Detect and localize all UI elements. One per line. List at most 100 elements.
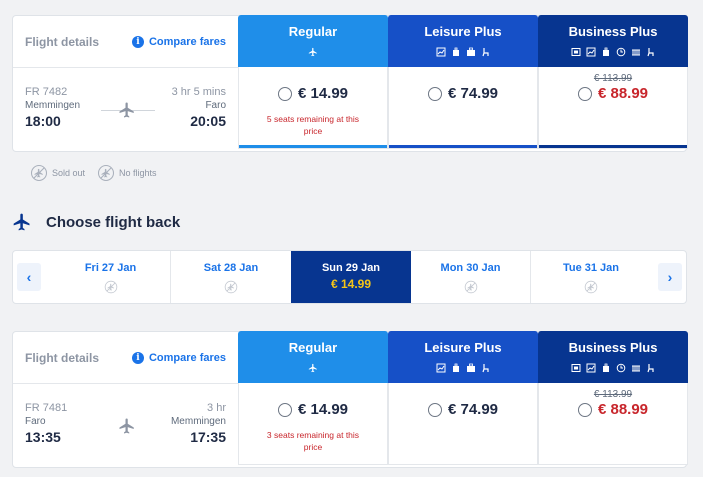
flight-duration: 3 hr 5 mins bbox=[171, 86, 226, 98]
no-flights-icon bbox=[584, 280, 598, 294]
date-label: Sat 28 Jan bbox=[203, 262, 259, 274]
choose-flight-back-heading: Choose flight back bbox=[12, 212, 180, 232]
legend-no-flights: No flights bbox=[119, 168, 157, 178]
old-price: € 113.99 bbox=[593, 73, 633, 84]
fare-regular[interactable]: Regular € 14.99 5 seats remaining at thi… bbox=[238, 15, 388, 149]
fare-name: Business Plus bbox=[568, 24, 658, 39]
priority-icon bbox=[586, 47, 596, 57]
fare-bar bbox=[389, 145, 537, 148]
no-flights-icon bbox=[464, 280, 478, 294]
compare-fares-link[interactable]: i Compare fares bbox=[131, 351, 226, 364]
date-option[interactable]: Mon 30 Jan bbox=[411, 251, 531, 303]
fare-business-header: Business Plus bbox=[538, 15, 688, 67]
old-price: € 113.99 bbox=[593, 389, 633, 400]
plane-icon bbox=[308, 363, 318, 373]
seat-icon bbox=[481, 47, 491, 57]
prev-dates-button[interactable]: ‹ bbox=[17, 263, 41, 291]
fare-radio[interactable] bbox=[427, 402, 442, 417]
seats-remaining-note: 3 seats remaining at this price bbox=[266, 430, 360, 452]
plane-icon bbox=[308, 47, 318, 57]
plane-icon bbox=[118, 417, 136, 435]
fare-price: € 74.99 bbox=[447, 85, 499, 102]
fare-name: Business Plus bbox=[568, 340, 658, 355]
flight-details-header: Flight details i Compare fares bbox=[13, 16, 238, 68]
flight-details-title: Flight details bbox=[25, 34, 100, 49]
plane-icon bbox=[12, 212, 32, 232]
flight-number: FR 7481 bbox=[25, 402, 68, 414]
checked-bag-icon bbox=[631, 47, 641, 57]
date-label: Sun 29 Jan bbox=[321, 262, 381, 274]
date-option-selected[interactable]: Sun 29 Jan € 14.99 bbox=[291, 251, 411, 303]
flight-number: FR 7482 bbox=[25, 86, 68, 98]
date-strip: ‹ Fri 27 Jan Sat 28 Jan Sun 29 Jan € 14.… bbox=[12, 250, 687, 304]
fare-radio[interactable] bbox=[277, 86, 292, 101]
fare-price: € 74.99 bbox=[447, 401, 499, 418]
flight-details-panel: Flight details i Compare fares FR 7482 Me… bbox=[13, 16, 238, 151]
fare-regular-header: Regular bbox=[238, 15, 388, 67]
seat-icon bbox=[646, 363, 656, 373]
priority-icon bbox=[436, 363, 446, 373]
cabin-bag-icon bbox=[451, 363, 461, 373]
departure-time: 13:35 bbox=[25, 429, 61, 445]
arrival-city: Memmingen bbox=[170, 416, 226, 427]
fare-radio[interactable] bbox=[277, 402, 292, 417]
flight-details-header: Flight details i Compare fares bbox=[13, 332, 238, 384]
sold-out-icon bbox=[30, 164, 48, 182]
fare-business-header: Business Plus bbox=[538, 331, 688, 383]
info-icon: i bbox=[131, 351, 144, 364]
fare-name: Leisure Plus bbox=[424, 24, 502, 39]
chevron-right-icon: › bbox=[667, 269, 673, 285]
seats-remaining-note: 5 seats remaining at this price bbox=[266, 114, 360, 136]
fare-radio[interactable] bbox=[577, 86, 592, 101]
fare-leisure-plus[interactable]: Leisure Plus € 74.99 bbox=[388, 331, 538, 465]
no-flights-icon bbox=[97, 164, 115, 182]
fare-business-plus[interactable]: Business Plus € 113.99 € 88.99 bbox=[538, 15, 688, 149]
no-flights-icon bbox=[104, 280, 118, 294]
compare-fares-link[interactable]: i Compare fares bbox=[131, 35, 226, 48]
fare-radio[interactable] bbox=[427, 86, 442, 101]
fare-name: Regular bbox=[288, 24, 338, 39]
fare-name: Leisure Plus bbox=[424, 340, 502, 355]
outbound-flight-card: Flight details i Compare fares FR 7482 Me… bbox=[12, 15, 688, 152]
section-title: Choose flight back bbox=[46, 213, 181, 231]
next-dates-button[interactable]: › bbox=[658, 263, 682, 291]
fare-leisure-plus[interactable]: Leisure Plus € 74.99 bbox=[388, 15, 538, 149]
checked-bag-icon bbox=[466, 363, 476, 373]
priority-icon bbox=[586, 363, 596, 373]
checked-bag-icon bbox=[466, 47, 476, 57]
fare-bar bbox=[239, 145, 387, 148]
fare-business-plus[interactable]: Business Plus € 113.99 € 88.99 bbox=[538, 331, 688, 465]
departure-city: Faro bbox=[25, 416, 46, 427]
fare-leisure-header: Leisure Plus bbox=[388, 331, 538, 383]
date-label: Mon 30 Jan bbox=[440, 262, 501, 274]
fare-price: € 88.99 bbox=[597, 401, 649, 418]
date-option[interactable]: Sat 28 Jan bbox=[171, 251, 291, 303]
chevron-left-icon: ‹ bbox=[26, 269, 32, 285]
fare-regular[interactable]: Regular € 14.99 3 seats remaining at thi… bbox=[238, 331, 388, 465]
fare-radio[interactable] bbox=[577, 402, 592, 417]
priority-icon bbox=[436, 47, 446, 57]
departure-city: Memmingen bbox=[25, 100, 81, 111]
arrival-city: Faro bbox=[205, 100, 226, 111]
ticket-icon bbox=[571, 363, 581, 373]
ticket-icon bbox=[571, 47, 581, 57]
seat-icon bbox=[646, 47, 656, 57]
seat-icon bbox=[481, 363, 491, 373]
arrival-time: 20:05 bbox=[190, 113, 226, 129]
inbound-flight-card: Flight details i Compare fares FR 7481 Fa… bbox=[12, 331, 688, 468]
clock-icon bbox=[616, 363, 626, 373]
compare-fares-label: Compare fares bbox=[148, 351, 226, 364]
date-option[interactable]: Tue 31 Jan bbox=[531, 251, 651, 303]
flight-details-body: FR 7482 Memmingen 18:00 3 hr 5 mins Faro… bbox=[13, 68, 238, 150]
fare-leisure-header: Leisure Plus bbox=[388, 15, 538, 67]
clock-icon bbox=[616, 47, 626, 57]
date-option[interactable]: Fri 27 Jan bbox=[51, 251, 171, 303]
flight-details-panel: Flight details i Compare fares FR 7481 Fa… bbox=[13, 332, 238, 467]
legend-sold-out: Sold out bbox=[52, 168, 86, 178]
flight-details-body: FR 7481 Faro 13:35 3 hr Memmingen 17:35 bbox=[13, 384, 238, 466]
date-price: € 14.99 bbox=[330, 277, 372, 291]
departure-time: 18:00 bbox=[25, 113, 61, 129]
cabin-bag-icon bbox=[451, 47, 461, 57]
legend: Sold out No flights bbox=[30, 164, 169, 182]
fare-price: € 14.99 bbox=[297, 85, 349, 102]
